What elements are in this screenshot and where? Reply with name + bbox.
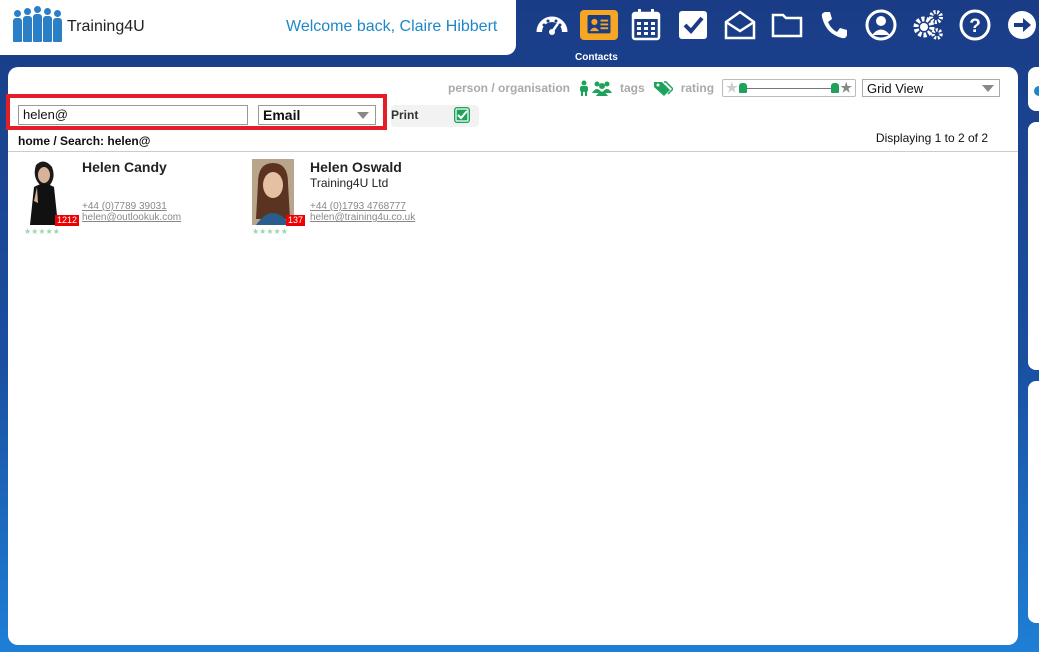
side-indicator-icon (1034, 86, 1039, 96)
divider (8, 151, 1018, 152)
nav-contacts[interactable] (575, 6, 622, 44)
contact-badge: 1212 (55, 215, 80, 226)
nav-calls[interactable] (810, 6, 857, 44)
search-field-value: Email (263, 107, 301, 123)
filter-bar: person / organisation tags rating ★ ★ Gr… (448, 79, 1001, 97)
print-checkbox[interactable] (454, 107, 470, 123)
contact-card[interactable]: 1212 ★★★★★ Helen Candy +44 (0)7789 39031… (24, 159, 244, 239)
nav-tasks[interactable] (669, 6, 716, 44)
print-toggle[interactable]: Print (391, 105, 479, 127)
contact-name[interactable]: Helen Candy (82, 159, 167, 175)
check-icon (455, 108, 469, 122)
organisation-filter-button[interactable] (592, 80, 613, 96)
side-panel-bottom (1028, 381, 1039, 623)
contact-card[interactable]: 137 ★★★★★ Helen Oswald Training4U Ltd +4… (252, 159, 472, 239)
contacts-icon (587, 15, 610, 34)
svg-text:?: ? (969, 16, 981, 37)
tags-label: tags (620, 81, 645, 95)
logo-people-icon (13, 6, 63, 42)
tag-icon (653, 81, 673, 96)
logo-text: Training4U (67, 18, 145, 35)
logout-icon (1007, 11, 1036, 39)
header-logo-area: Training4U Welcome back, Claire Hibbert (0, 0, 516, 55)
group-icon (592, 81, 613, 96)
folder-icon (771, 13, 802, 38)
rating-max-handle[interactable] (831, 83, 840, 93)
contact-organisation[interactable]: Training4U Ltd (310, 176, 388, 190)
side-panel-top[interactable] (1028, 67, 1039, 111)
contact-phone-link[interactable]: +44 (0)1793 4768777 (310, 201, 406, 212)
tasks-icon (678, 11, 707, 39)
nav-profile[interactable] (857, 6, 904, 44)
main-nav: ? (528, 6, 1039, 44)
rating-min-handle[interactable] (739, 83, 748, 93)
dashboard-icon (536, 16, 567, 35)
nav-dashboard[interactable] (528, 6, 575, 44)
person-filter-button[interactable] (578, 80, 590, 96)
rating-label: rating (680, 81, 715, 95)
nav-active-caption: Contacts (575, 52, 618, 63)
side-panel-middle (1028, 122, 1039, 370)
nav-mail[interactable] (716, 6, 763, 44)
user-icon (865, 9, 896, 41)
print-label: Print (391, 108, 419, 122)
contact-badge: 137 (286, 215, 306, 226)
calendar-icon (631, 9, 660, 41)
welcome-message: Welcome back, Claire Hibbert (286, 18, 498, 35)
star-full-icon: ★ (840, 80, 853, 95)
rating-slider[interactable]: ★ ★ (722, 79, 857, 97)
main-content: person / organisation tags rating ★ ★ Gr… (6, 67, 1018, 645)
contact-name[interactable]: Helen Oswald (310, 159, 402, 175)
contact-rating-stars: ★★★★★ (24, 227, 60, 236)
settings-icon (913, 10, 943, 40)
person-org-label: person / organisation (448, 81, 571, 95)
star-empty-icon: ★ (726, 80, 738, 95)
contact-email-link[interactable]: helen@outlookuk.com (82, 212, 181, 223)
view-select[interactable]: Grid View (862, 79, 1001, 97)
nav-files[interactable] (763, 6, 810, 44)
contact-rating-stars: ★★★★★ (252, 227, 288, 236)
search-input[interactable]: helen@ (18, 105, 248, 125)
nav-settings[interactable] (904, 6, 951, 44)
results-count: Displaying 1 to 2 of 2 (875, 131, 988, 145)
contact-phone-link[interactable]: +44 (0)7789 39031 (82, 201, 167, 212)
chevron-down-icon (357, 112, 369, 119)
nav-logout[interactable] (998, 6, 1039, 44)
chevron-down-icon (982, 85, 995, 92)
contact-email-link[interactable]: helen@training4u.co.uk (310, 212, 415, 223)
mail-icon (724, 10, 755, 40)
view-select-value: Grid View (867, 81, 924, 96)
help-icon: ? (959, 9, 990, 41)
search-field-select[interactable]: Email (258, 105, 376, 125)
nav-help[interactable]: ? (951, 6, 998, 44)
tags-filter-button[interactable] (653, 80, 673, 96)
person-icon (580, 80, 589, 96)
breadcrumb: home / Search: helen@ (18, 134, 151, 148)
phone-icon (821, 12, 847, 39)
logo[interactable]: Training4U (13, 6, 145, 42)
nav-calendar[interactable] (622, 6, 669, 44)
